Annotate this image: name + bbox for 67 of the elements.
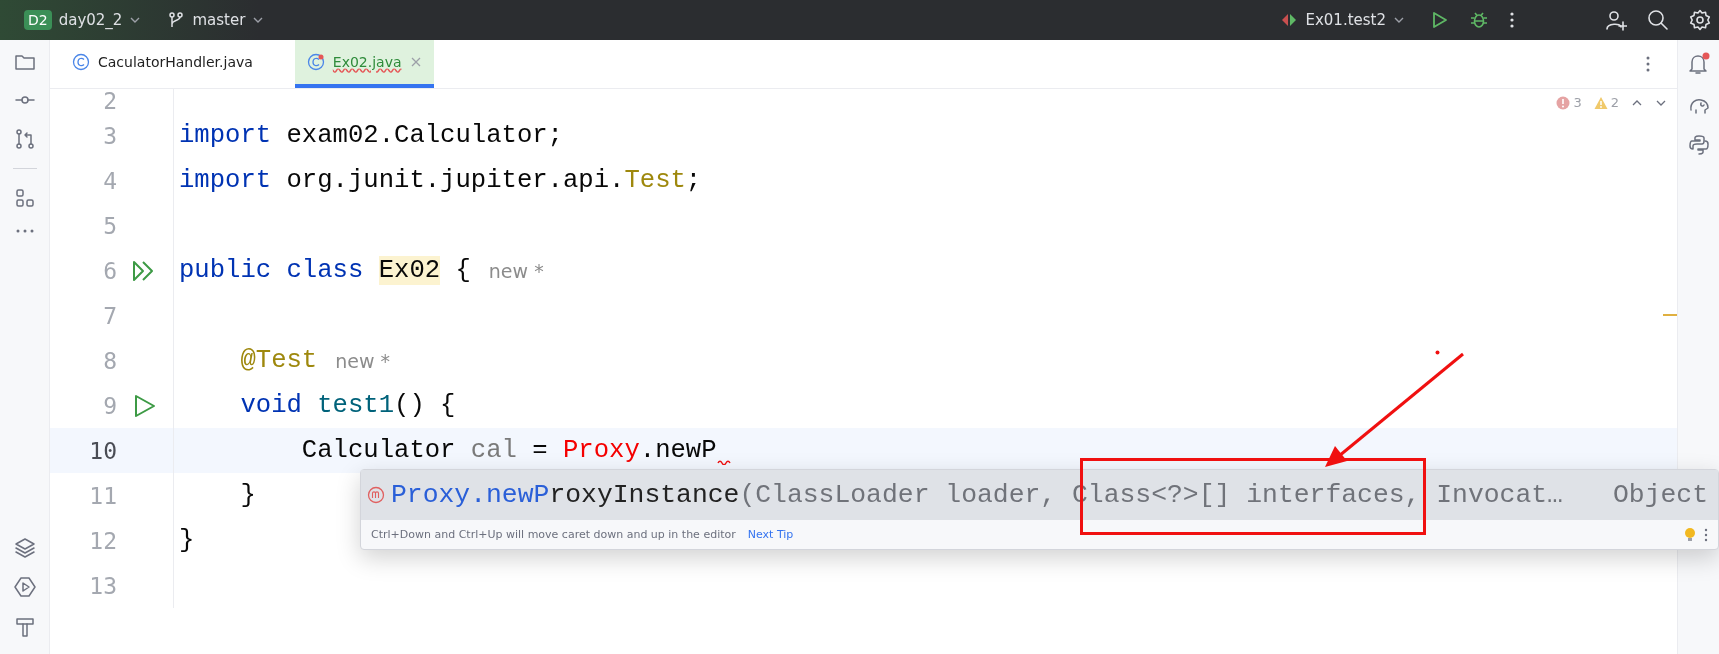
code-keyword: import	[179, 121, 272, 150]
annotation-dot	[1435, 350, 1440, 355]
code-text: exam02.Calculator;	[285, 121, 563, 150]
services-icon[interactable]	[13, 576, 36, 598]
code-keyword: import	[179, 166, 272, 195]
editor-tab[interactable]: CaculatorHandler.java	[60, 40, 265, 88]
line-number: 5	[102, 212, 117, 239]
line-number: 10	[88, 437, 117, 464]
code-error-text: Proxy	[563, 436, 640, 465]
structure-icon[interactable]	[13, 187, 36, 209]
tip-text: Ctrl+Down and Ctrl+Up will move caret down and up in the editor	[371, 528, 736, 541]
code-annotation: @Test	[239, 346, 318, 375]
layers-icon[interactable]	[13, 536, 36, 558]
class-icon	[72, 53, 90, 71]
settings-icon[interactable]	[1689, 9, 1711, 31]
more-icon[interactable]	[1509, 11, 1515, 29]
editor-tab[interactable]: Ex02.java	[294, 40, 434, 88]
run-icon[interactable]	[133, 393, 157, 418]
folder-icon[interactable]	[13, 52, 36, 72]
line-number: 6	[102, 257, 117, 284]
pull-request-icon[interactable]	[13, 128, 36, 150]
code-text: }	[179, 526, 195, 555]
code-text: Calculator	[300, 436, 456, 465]
lightbulb-icon[interactable]	[1684, 526, 1696, 543]
code-text: () {	[394, 391, 456, 420]
project-selector[interactable]: D2 day02_2	[20, 6, 146, 34]
inlay-hint: new *	[335, 349, 391, 372]
search-icon[interactable]	[1647, 9, 1669, 31]
code-text: ;	[685, 166, 702, 195]
code-annotation: Test	[624, 166, 686, 195]
warning-icon	[1593, 95, 1608, 110]
notifications-icon[interactable]	[1686, 52, 1711, 76]
line-number: 9	[102, 392, 117, 419]
branch-selector[interactable]: master	[163, 7, 269, 33]
line-number: 7	[102, 302, 117, 329]
line-number: 8	[102, 347, 117, 374]
code-keyword: void	[239, 391, 302, 420]
code-method-name: test1	[316, 391, 395, 420]
bug-icon[interactable]	[1469, 10, 1489, 30]
code-text: }	[239, 481, 256, 510]
line-number: 2	[102, 90, 117, 112]
add-user-icon[interactable]	[1605, 9, 1627, 31]
line-number: 4	[102, 167, 117, 194]
inlay-hint: new *	[488, 259, 544, 282]
more-icon[interactable]	[1645, 56, 1651, 72]
branch-icon	[167, 11, 186, 29]
warning-stripe	[1663, 314, 1677, 316]
return-type: Object	[1612, 480, 1708, 510]
line-number: 12	[88, 527, 117, 554]
next-tip-link[interactable]: Next Tip	[747, 528, 794, 541]
code-identifier: Ex02	[378, 256, 441, 285]
method-icon	[367, 486, 385, 504]
run-configuration-selector[interactable]: Ex01.test2	[1276, 7, 1409, 33]
hammer-icon[interactable]	[13, 616, 36, 638]
code-text: org.junit.jupiter.api.	[285, 166, 625, 195]
run-config-icon	[1280, 11, 1299, 29]
code-text: .newP	[639, 436, 717, 465]
line-number: 11	[88, 482, 117, 509]
class-icon	[306, 53, 325, 71]
code-text: =	[531, 436, 549, 465]
python-icon[interactable]	[1687, 134, 1710, 156]
code-variable: cal	[469, 436, 517, 465]
line-number: 3	[102, 122, 117, 149]
code-keyword: public class	[179, 256, 365, 285]
error-icon	[1556, 95, 1571, 110]
line-number: 13	[88, 572, 117, 599]
code-text: {	[454, 256, 471, 285]
